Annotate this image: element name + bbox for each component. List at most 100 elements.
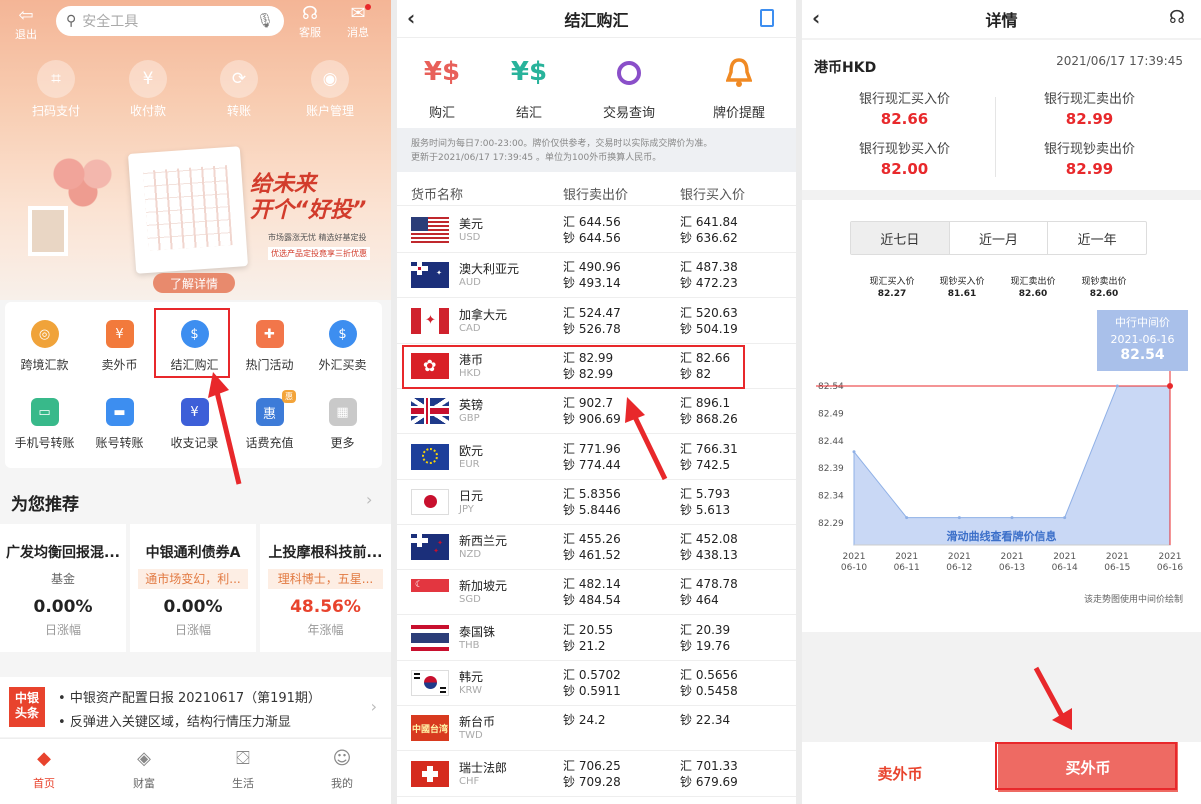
menu-transaction-query[interactable]: 交易查询 [584, 52, 674, 121]
tab-wealth[interactable]: ◈ 财富 [114, 747, 174, 791]
grid-phone-recharge[interactable]: 惠话费充值 惠 [232, 390, 307, 451]
buy-rate-cash: 钞 438.13 [680, 548, 738, 563]
diamond-icon: ◆ [37, 747, 51, 769]
buy-rate-wire: 汇 5.793 [680, 486, 731, 501]
learn-more-button[interactable]: 了解详情 [153, 273, 235, 293]
quick-transfer[interactable]: ⟳ 转账 [204, 60, 274, 119]
price-cell: 银行现汇买入价 82.66 [842, 88, 967, 128]
banner-title-line2: 开个“好投” [250, 198, 367, 223]
customer-service-button[interactable]: ☊ 客服 [295, 4, 325, 40]
unread-dot [365, 4, 371, 10]
profile-icon: ☺ [332, 747, 352, 769]
rec-value: 48.56% [290, 597, 361, 617]
grid-cross-border-remit[interactable]: ◎ 跨境汇款 [7, 320, 82, 373]
rec-title: 广发均衡回报混... [6, 545, 120, 561]
trend-chart[interactable]: 82.5482.4982.4482.3982.3482.292021 06-102… [802, 200, 1201, 632]
rate-row-chf[interactable]: 瑞士法郎 CHF 汇 706.25 钞 709.28 汇 701.33 钞 679.69 [397, 752, 796, 797]
tab-life[interactable]: ⛋ 生活 [213, 747, 273, 791]
exit-button[interactable]: ⇦ 退出 [11, 6, 41, 42]
grid-more[interactable]: ▦ 更多 [305, 398, 380, 451]
grid-income-expense-record[interactable]: ¥ 收支记录 [157, 398, 232, 451]
buy-rate-wire: 汇 766.31 [680, 441, 738, 456]
grid-hot-activities[interactable]: ✚ 热门活动 [232, 320, 307, 373]
rate-row-cad[interactable]: ✦ 加拿大元 CAD 汇 524.47 钞 526.78 汇 520.63 钞 504.19 [397, 299, 796, 344]
news-banner[interactable]: 中银头条 • 中银资产配置日报 20210617（第191期） • 反弹进入关键… [0, 677, 391, 737]
search-placeholder: 安全工具 [82, 14, 139, 30]
x-tick-label: 2021 06-10 [841, 552, 867, 573]
recommend-title: 为您推荐 [11, 495, 79, 515]
grid-label: 卖外币 [101, 358, 138, 372]
trend-area [853, 385, 1171, 546]
tooltip-title: 中行中间价 [1115, 316, 1170, 329]
sell-rate-wire: 汇 644.56 [563, 215, 621, 229]
y-tick-label: 82.54 [818, 382, 844, 392]
rec-unit: 日涨幅 [174, 623, 211, 637]
quick-receive-pay[interactable]: ¥ 收付款 [113, 60, 183, 119]
buy-rate: 汇 452.08 钞 438.13 [680, 531, 738, 563]
microphone-icon[interactable]: 🎙 [256, 13, 274, 29]
flag-krw-icon [411, 670, 449, 696]
notice-line-1: 服务时间为每日7:00-23:00。牌价仅供参考，交易时以实际成交牌价为准。 [411, 139, 713, 149]
trend-point [905, 516, 909, 520]
grid-sell-foreign-currency[interactable]: ¥ 卖外币 [82, 320, 157, 373]
news-line-1: 中银资产配置日报 20210617（第191期） [69, 691, 321, 706]
calculator-icon[interactable] [760, 9, 774, 27]
phone-icon: ▭ [30, 398, 59, 426]
rate-row-thb[interactable]: 泰国铢 THB 汇 20.55 钞 21.2 汇 20.39 钞 19.76 [397, 616, 796, 661]
currency-code: KRW [459, 685, 482, 696]
tooltip-value: 82.54 [1120, 347, 1165, 363]
sell-rate-cash: 钞 493.14 [563, 276, 621, 291]
sell-rate-cash: 钞 0.5911 [563, 684, 621, 698]
menu-settle-fx[interactable]: ¥$ 结汇 [484, 52, 574, 121]
sell-fx-button[interactable]: 卖外币 [802, 742, 998, 804]
divider [995, 97, 996, 177]
price-value: 82.99 [1065, 110, 1114, 128]
price-label: 银行现汇买入价 [858, 92, 950, 107]
rate-row-twd[interactable]: 中國台湾 新台币 TWD 钞 24.2 钞 22.34 [397, 706, 796, 752]
menu-buy-fx[interactable]: ¥$ 购汇 [397, 52, 487, 121]
magnifier-icon [584, 52, 674, 92]
quick-account-manage[interactable]: ◉ 账户管理 [295, 60, 365, 119]
buy-rate: 汇 20.39 钞 19.76 [680, 622, 730, 654]
rate-row-eur[interactable]: 欧元 EUR 汇 771.96 钞 774.44 汇 766.31 钞 742.5 [397, 435, 796, 480]
recommend-card[interactable]: 上投摩根科技前... 理科博士，五星... 48.56% 年涨幅 [260, 524, 391, 652]
menu-label: 结汇 [515, 106, 542, 121]
highlight-buy-button [995, 742, 1177, 790]
menu-rate-alert[interactable]: 牌价提醒 [694, 52, 784, 121]
grid-phone-transfer[interactable]: ▭ 手机号转账 [7, 398, 82, 451]
rate-row-jpy[interactable]: 日元 JPY 汇 5.8356 钞 5.8446 汇 5.793 钞 5.613 [397, 480, 796, 525]
rate-row-nzd[interactable]: ✦ ✦ 新西兰元 NZD 汇 455.26 钞 461.52 汇 452.08 钞 438.1… [397, 525, 796, 571]
grid-fx-trading[interactable]: $ 外汇买卖 [305, 320, 380, 373]
buy-rate-wire: 汇 478.78 [680, 577, 738, 592]
recommend-card[interactable]: 广发均衡回报混... 基金 0.00% 日涨幅 [0, 524, 126, 652]
back-button[interactable]: ‹ [812, 6, 820, 30]
rate-row-sgd[interactable]: ☾ 新加坡元 SGD 汇 482.14 钞 484.54 汇 478.78 钞 464 [397, 570, 796, 616]
sell-rate-cash: 钞 906.69 [563, 412, 621, 427]
grid-account-transfer[interactable]: ▬ 账号转账 [82, 398, 157, 451]
rate-row-aud[interactable]: ✦ 澳大利亚元 AUD 汇 490.96 钞 493.14 汇 487.38 钞 472.2… [397, 253, 796, 299]
banner-slogan-1: 市场露涨无忧 精选好基定投 [268, 233, 367, 242]
search-input[interactable]: ⚲ 安全工具 🎙 [56, 6, 284, 36]
rate-row-usd[interactable]: 美元 USD 汇 644.56 钞 644.56 汇 641.84 钞 636.62 [397, 208, 796, 253]
tab-me[interactable]: ☺ 我的 [312, 747, 372, 791]
price-info-card: 港币HKD 2021/06/17 17:39:45 银行现汇买入价 82.66 … [802, 40, 1201, 190]
chart-footnote: 该走势图使用中间价绘制 [1083, 595, 1183, 605]
rate-row-krw[interactable]: 韩元 KRW 汇 0.5702 钞 0.5911 汇 0.5656 钞 0.5458 [397, 661, 796, 706]
flag-sgd-icon: ☾ [411, 579, 449, 606]
recommend-card[interactable]: 中银通利债券A 通市场变幻，利... 0.00% 日涨幅 [130, 524, 256, 652]
ledger-icon: ¥ [180, 398, 209, 426]
headset-icon[interactable]: ☊ [1169, 7, 1185, 28]
chevron-right-icon[interactable]: › [366, 490, 372, 509]
tab-home[interactable]: ◆ 首页 [14, 747, 74, 791]
message-button[interactable]: ✉ 消息 [343, 4, 373, 40]
buy-rate-wire: 汇 487.38 [680, 260, 738, 275]
flag-thb-icon [411, 624, 449, 651]
rate-row-gbp[interactable]: 英镑 GBP 汇 902.7 钞 906.69 汇 896.1 钞 868.26 [397, 389, 796, 435]
bottom-tab-bar: ◆ 首页 ◈ 财富 ⛋ 生活 ☺ 我的 [0, 738, 391, 804]
price-label: 银行现汇卖出价 [1043, 92, 1135, 107]
exit-label: 退出 [15, 28, 37, 41]
back-button[interactable]: ‹ [407, 6, 415, 30]
buy-rate-wire: 汇 452.08 [680, 532, 738, 547]
quick-scan-pay[interactable]: ⌗ 扫码支付 [21, 60, 91, 119]
banner-slogan: 市场露涨无忧 精选好基定投 优选产品定投竟享三折优惠 [268, 232, 370, 260]
